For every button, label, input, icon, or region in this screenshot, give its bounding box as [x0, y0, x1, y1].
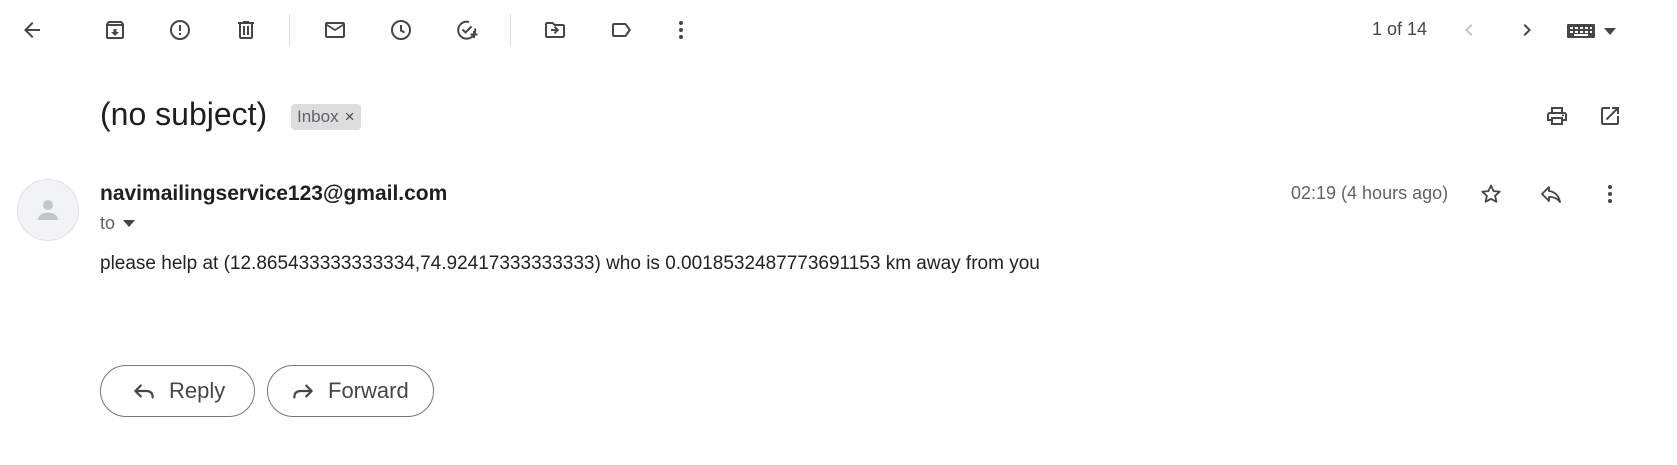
archive-button[interactable] [95, 10, 135, 50]
message-body: please help at (12.865433333333334,74.92… [100, 253, 1040, 274]
toolbar-divider [289, 14, 290, 46]
delete-button[interactable] [226, 10, 266, 50]
mark-unread-button[interactable] [315, 10, 355, 50]
pager-count: 1 of 14 [1372, 19, 1428, 39]
keyboard-icon [1567, 24, 1595, 38]
newer-button[interactable] [1449, 10, 1489, 50]
reply-icon [1541, 186, 1561, 203]
more-options-button[interactable] [661, 10, 701, 50]
add-task-icon [457, 20, 478, 40]
recipient-row: to [100, 213, 136, 234]
mark-unread-icon [325, 22, 345, 38]
chevron-right-icon [1523, 24, 1531, 36]
reply-button-label: Reply [169, 378, 226, 403]
sender-email: navimailingservice123@gmail.com [100, 182, 448, 205]
label-chip-text: Inbox [297, 107, 339, 126]
print-icon [1547, 107, 1567, 125]
forward-button-label: Forward [328, 378, 409, 403]
print-button[interactable] [1537, 96, 1577, 136]
add-task-button[interactable] [447, 10, 487, 50]
input-tools-button[interactable] [1566, 19, 1626, 43]
open-in-new-icon [1601, 107, 1619, 125]
chevron-down-icon [1604, 27, 1616, 35]
message-timestamp: 02:19 (4 hours ago) [1291, 183, 1449, 203]
delete-icon [238, 21, 254, 39]
report-spam-icon [170, 20, 190, 40]
archive-icon [106, 21, 124, 39]
toolbar-divider [510, 14, 511, 46]
label-chip: Inbox × [291, 104, 361, 130]
person-icon [38, 200, 58, 220]
more-vert-icon [1608, 185, 1612, 203]
move-to-icon [545, 22, 565, 38]
label-icon [612, 23, 631, 37]
show-details-icon[interactable] [123, 220, 136, 227]
message-more-button[interactable] [1590, 174, 1630, 214]
open-new-window-button[interactable] [1590, 96, 1630, 136]
reply-button[interactable]: Reply [100, 365, 255, 417]
report-spam-button[interactable] [160, 10, 200, 50]
back-arrow-icon [24, 22, 40, 38]
reply-icon-button[interactable] [1531, 174, 1571, 214]
chevron-left-icon [1465, 24, 1473, 36]
remove-label-icon[interactable]: × [345, 107, 355, 127]
label-button[interactable] [601, 10, 641, 50]
older-button[interactable] [1507, 10, 1547, 50]
forward-button[interactable]: Forward [267, 365, 434, 417]
page-title: (no subject) [100, 96, 268, 132]
reply-icon [134, 384, 154, 399]
back-button[interactable] [12, 10, 52, 50]
snooze-icon [391, 20, 411, 40]
star-icon [1481, 184, 1501, 203]
snooze-button[interactable] [381, 10, 421, 50]
avatar[interactable] [17, 179, 79, 241]
recipient-label: to [100, 213, 116, 233]
forward-icon [293, 384, 313, 399]
more-vert-icon [679, 21, 683, 39]
move-to-button[interactable] [535, 10, 575, 50]
star-button[interactable] [1471, 174, 1511, 214]
